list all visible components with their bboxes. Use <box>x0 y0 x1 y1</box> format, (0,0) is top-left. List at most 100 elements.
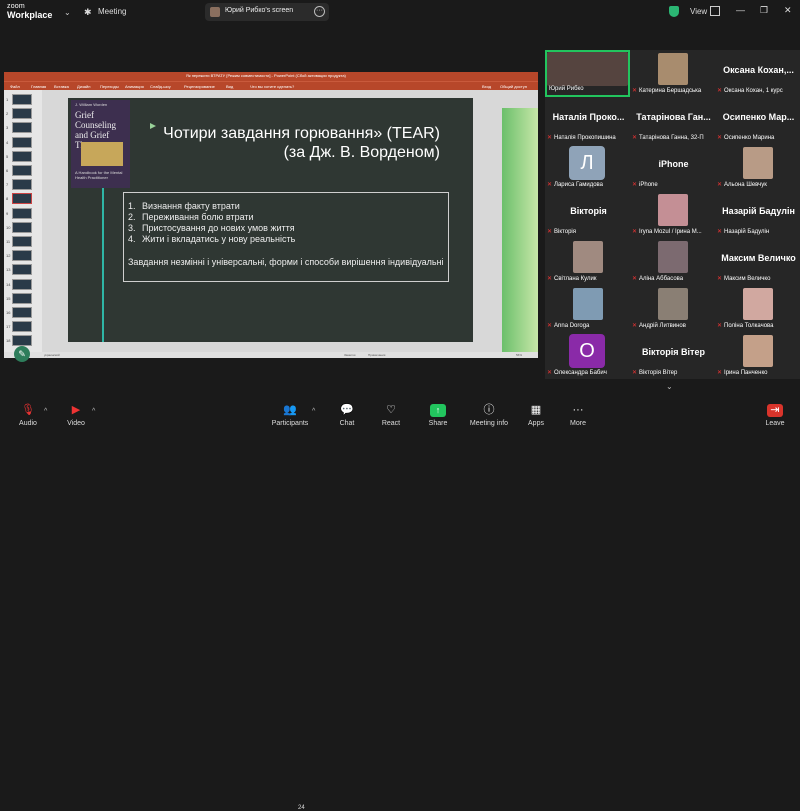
chevron-up-icon[interactable]: ^ <box>92 408 95 415</box>
participant-tile[interactable]: ✕ Катерина Бершадська <box>630 50 715 97</box>
participant-name: Ірина Панченко <box>724 370 768 376</box>
signin-link[interactable]: Вход <box>482 84 491 89</box>
meeting-info-button[interactable]: ⓘ Meeting info <box>466 398 512 434</box>
ribbon-tab[interactable]: Что вы хотите сделать? <box>250 84 294 89</box>
apps-button[interactable]: ▦ Apps <box>520 398 552 434</box>
participant-tile[interactable]: Назарій Бадулін ✕ Назарій Бадулін <box>715 191 800 238</box>
slide-thumbnail[interactable] <box>12 122 32 134</box>
more-options-icon[interactable]: ··· <box>314 6 325 17</box>
slide-thumbnail[interactable] <box>12 335 32 347</box>
chevron-up-icon[interactable]: ^ <box>312 408 315 415</box>
slide-thumbnail[interactable] <box>12 236 32 247</box>
ribbon-tab[interactable]: Главная <box>31 84 46 89</box>
task-text: Пристосування до нових умов життя <box>142 223 295 233</box>
slide-thumbnail[interactable] <box>12 321 32 333</box>
chevron-down-icon[interactable]: ⌄ <box>64 8 71 17</box>
close-button[interactable]: ✕ <box>784 5 792 16</box>
participant-tile[interactable]: Л ✕ Лариса Гамидова <box>545 144 630 191</box>
chat-button[interactable]: 💬 Chat <box>330 398 364 434</box>
participant-video <box>573 288 603 320</box>
paw-icon[interactable]: ✱ <box>84 7 94 17</box>
audio-button[interactable]: 🎙 Audio <box>10 398 46 434</box>
ribbon-tab[interactable]: Переходы <box>100 84 119 89</box>
slide-thumbnail[interactable] <box>12 193 32 205</box>
more-button[interactable]: ··· More <box>562 398 594 434</box>
slide-thumbnail[interactable] <box>12 136 32 148</box>
slide-thumbnail[interactable] <box>12 207 32 219</box>
participant-tile[interactable]: Вікторія ✕ Вікторія <box>545 191 630 238</box>
participant-tile[interactable]: iPhone ✕ iPhone <box>630 144 715 191</box>
restore-button[interactable]: ❐ <box>760 5 768 16</box>
view-button[interactable]: View <box>690 7 707 16</box>
participant-tile[interactable]: Юрий Рибко <box>545 50 630 97</box>
participant-tile[interactable]: Наталія Проко... ✕ Наталія Прокопишина <box>545 97 630 144</box>
slide-thumbnail[interactable] <box>12 307 32 318</box>
participant-tile[interactable]: Осипенко Мар... ✕ Осипенко Марина <box>715 97 800 144</box>
slide-thumbnail[interactable] <box>12 165 32 176</box>
participant-tile[interactable]: ✕ Аліна Аббасова <box>630 238 715 285</box>
slide-number: 3 <box>6 125 9 131</box>
share-button[interactable]: ↑ Share <box>421 398 455 434</box>
top-bar: zoom Workplace ⌄ ✱ Meeting Юрий Рибко's … <box>0 0 800 26</box>
comments-button[interactable]: Примечания <box>368 353 385 357</box>
participant-tile[interactable]: ✕Андрій Литвинов··· <box>630 285 729 332</box>
participant-tile[interactable]: ✕Anna Doroga··· <box>545 285 644 332</box>
ribbon-tab[interactable]: Дизайн <box>77 84 90 89</box>
chevron-up-icon[interactable]: ^ <box>44 408 47 415</box>
participant-tile[interactable]: ✕ Ірина Панченко <box>715 332 800 379</box>
participant-name-label: ✕ Альона Шевчук <box>717 181 798 190</box>
ribbon-tab[interactable]: Вид <box>226 84 233 89</box>
zoom-level[interactable]: 56% <box>516 353 522 357</box>
video-button[interactable]: ▶ Video <box>58 398 94 434</box>
ribbon-tab[interactable]: Анимация <box>125 84 144 89</box>
shared-screen-pill[interactable]: Юрий Рибко's screen ··· <box>205 3 329 21</box>
chevron-down-icon[interactable]: ⌄ <box>666 382 673 391</box>
slide-thumbnail[interactable] <box>12 278 32 290</box>
slide-thumbnail[interactable] <box>12 94 32 105</box>
participant-tile[interactable]: ✕ Поліна Толкачова <box>715 285 800 332</box>
participant-tile[interactable]: ✕Світлана Кулик··· <box>545 238 644 285</box>
grid-icon[interactable] <box>710 6 720 16</box>
ribbon-tab[interactable]: Вставка <box>54 84 69 89</box>
participant-tile[interactable]: Вікторія Вітер ✕ Вікторія Вітер <box>630 332 715 379</box>
security-shield-icon[interactable] <box>669 6 679 17</box>
participant-tile[interactable]: Максим Величко ✕ Максим Величко <box>715 238 800 285</box>
slide-thumbnail[interactable] <box>12 292 32 304</box>
slide-thumbnail[interactable] <box>12 150 32 162</box>
participant-name-label: ✕ Аліна Аббасова <box>632 275 713 284</box>
task-text: Переживання болю втрати <box>142 212 254 222</box>
participant-display-name: Вікторія <box>570 206 607 216</box>
meeting-tab[interactable]: Meeting <box>98 7 126 16</box>
participant-video <box>547 52 628 86</box>
slide-number: 5 <box>6 153 9 159</box>
participant-name-label: ✕ Осипенко Марина <box>717 134 798 143</box>
slide-thumbnail[interactable] <box>12 264 32 276</box>
annotation-icon[interactable]: ✎ <box>14 346 30 362</box>
participant-tile[interactable]: ✕ Альона Шевчук <box>715 144 800 191</box>
participant-tile[interactable]: Татарінова Ган... ✕ Татарінова Ганна, 32-П <box>630 97 715 144</box>
slide-thumbnail[interactable] <box>12 250 32 262</box>
notes-button[interactable]: Заметки <box>344 353 355 357</box>
share-access-button[interactable]: Общий доступ <box>500 84 527 89</box>
participant-tile[interactable]: Оксана Кохан,... ✕ Оксана Кохан, 1 курс <box>715 50 800 97</box>
shared-powerpoint-window: Як пережити ВТРАТУ [Режим совместимости]… <box>4 72 538 358</box>
more-dots-icon: ··· <box>572 404 584 416</box>
slide-thumbnail[interactable] <box>12 221 32 233</box>
participant-name: Максим Величко <box>724 276 771 282</box>
mic-muted-icon: ✕ <box>547 323 553 329</box>
participant-tile[interactable]: O ✕ Олександра Бабич <box>545 332 630 379</box>
react-button[interactable]: ♡ React <box>374 398 408 434</box>
ribbon-tab[interactable]: Файл <box>10 84 20 89</box>
participant-tile[interactable]: ✕ Iryna Mozul / Ірина М... <box>630 191 715 238</box>
ribbon-tab[interactable]: Рецензирование <box>184 84 215 89</box>
mic-muted-icon: ✕ <box>547 229 553 235</box>
leave-label: Leave <box>765 420 785 427</box>
ribbon-tab[interactable]: Слайд-шоу <box>150 84 171 89</box>
leave-button[interactable]: ⇥ Leave <box>760 398 790 434</box>
participant-name-label: ✕ Поліна Толкачова <box>717 322 798 331</box>
minimize-button[interactable]: — <box>736 5 745 15</box>
avatar: Л <box>569 146 605 180</box>
slide-thumbnail[interactable] <box>12 179 32 191</box>
slide-thumbnail[interactable] <box>12 108 32 120</box>
participants-button[interactable]: 👥 Participants <box>268 398 312 434</box>
